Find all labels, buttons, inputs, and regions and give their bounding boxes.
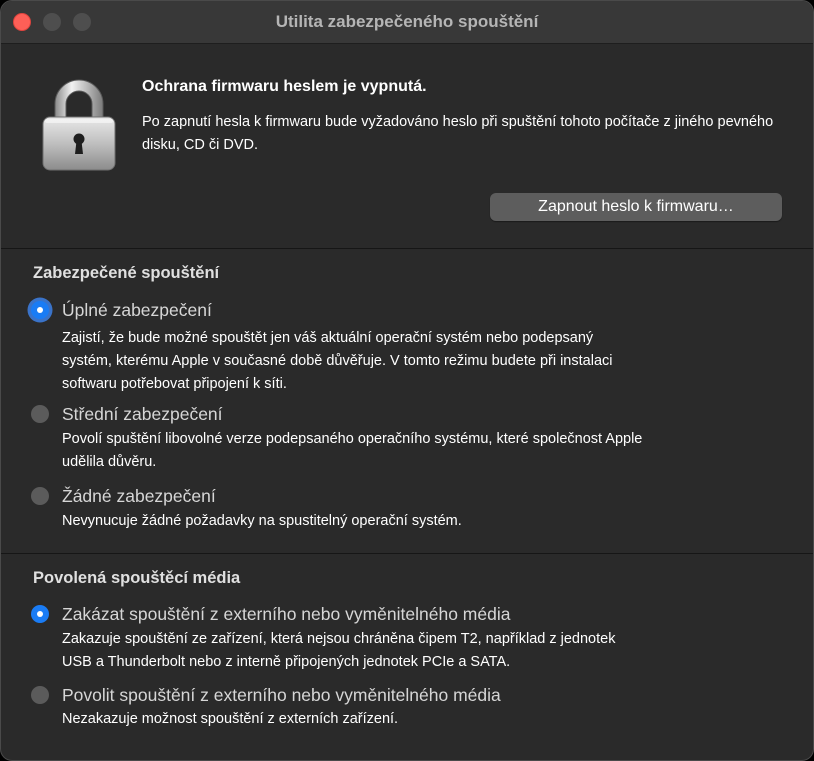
radio-label: Úplné zabezpečení — [62, 299, 212, 320]
window-title: Utilita zabezpečeného spouštění — [275, 12, 539, 31]
radio-medium-security[interactable]: Střední zabezpečení — [31, 402, 223, 426]
radio-button[interactable] — [31, 487, 49, 505]
radio-button[interactable] — [31, 405, 49, 423]
radio-label: Střední zabezpečení — [62, 403, 223, 424]
section-divider — [1, 553, 813, 554]
radio-label: Žádné zabezpečení — [62, 485, 216, 506]
option-description: Nezakazuje možnost spouštění z externích… — [62, 711, 399, 727]
option-description: Zajistí, že bude možné spouštět jen váš … — [62, 330, 613, 392]
firmware-status-heading: Ochrana firmwaru heslem je vypnutá. — [142, 78, 427, 95]
radio-button[interactable] — [31, 686, 49, 704]
option-description: Zakazuje spouštění ze zařízení, která ne… — [62, 631, 616, 670]
radio-no-security[interactable]: Žádné zabezpečení — [31, 484, 216, 508]
title-bar: Utilita zabezpečeného spouštění — [1, 1, 813, 44]
radio-allow-external-boot[interactable]: Povolit spouštění z externího nebo vyměn… — [31, 683, 501, 707]
turn-on-firmware-password-button[interactable]: Zapnout heslo k firmwaru… — [490, 193, 782, 221]
option-description: Nevynucuje žádné požadavky na spustiteln… — [62, 513, 462, 529]
padlock-icon — [42, 79, 116, 171]
radio-button-selected[interactable] — [31, 301, 49, 319]
option-description: Povolí spuštění libovolné verze podepsan… — [62, 431, 643, 470]
app-window: Utilita zabezpečeného spouštění Ochrana … — [0, 0, 814, 761]
section-divider — [1, 248, 813, 249]
radio-disallow-external-boot[interactable]: Zakázat spouštění z externího nebo vyměn… — [31, 602, 510, 626]
radio-full-security[interactable]: Úplné zabezpečení — [31, 298, 212, 322]
radio-label: Zakázat spouštění z externího nebo vyměn… — [62, 603, 511, 624]
secure-boot-section-title: Zabezpečené spouštění — [33, 264, 220, 282]
radio-button-selected[interactable] — [31, 605, 49, 623]
radio-label: Povolit spouštění z externího nebo vyměn… — [62, 684, 501, 705]
firmware-description: Po zapnutí hesla k firmwaru bude vyžadov… — [142, 114, 774, 153]
boot-media-section-title: Povolená spouštěcí média — [33, 569, 241, 587]
